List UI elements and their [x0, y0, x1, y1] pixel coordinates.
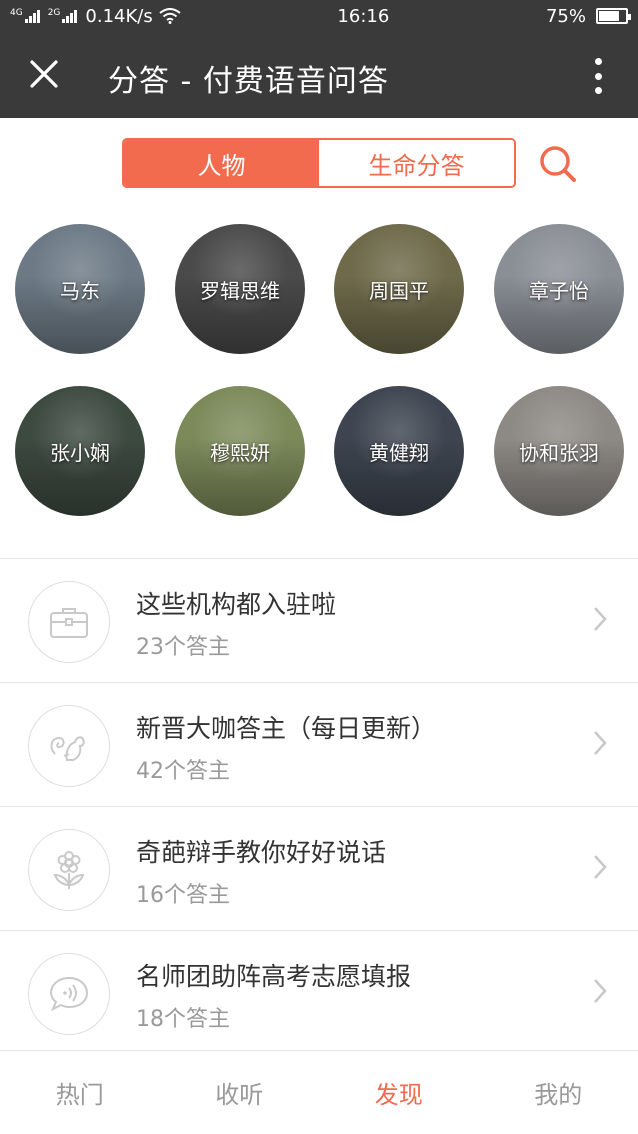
list-count: 23个答主 [136, 635, 230, 660]
squirrel-icon [50, 736, 85, 761]
net-speed: 0.14K/s [85, 5, 153, 27]
list-count: 18个答主 [136, 1007, 230, 1032]
list-title: 新晋大咖答主（每日更新） [136, 714, 437, 743]
person-avatar[interactable]: 罗辑思维 [175, 224, 305, 354]
battery-icon [596, 8, 631, 24]
title-bar: 分答 - 付费语音问答 [0, 32, 638, 118]
signal-icon: 4G [10, 9, 40, 23]
list-icon-wrap [28, 705, 110, 787]
bottom-tab-bar: 热门 收听 发现 我的 [0, 1050, 638, 1134]
person-avatar[interactable]: 张小娴 [15, 386, 145, 516]
person-avatar[interactable]: 章子怡 [494, 224, 624, 354]
clock: 16:16 [337, 5, 390, 27]
signal-tag: 4G [10, 8, 23, 18]
wifi-icon [159, 8, 181, 24]
segment-control: 人物 生命分答 [122, 138, 516, 188]
list-title: 名师团助阵高考志愿填报 [136, 962, 412, 991]
list-title: 这些机构都入驻啦 [136, 590, 337, 619]
flower-icon [53, 851, 85, 889]
list-count: 16个答主 [136, 883, 230, 908]
list-icon-wrap [28, 829, 110, 911]
list-item[interactable]: 这些机构都入驻啦 23个答主 [0, 559, 638, 683]
chevron-right-icon [594, 731, 607, 755]
page-title: 分答 - 付费语音问答 [108, 64, 389, 99]
discover-panel: 人物 生命分答 马东 罗辑思维 周国平 章子怡 张小娴 穆熙妍 黄健翔 协和张羽 [0, 118, 638, 558]
person-name: 穆熙妍 [210, 440, 270, 465]
close-button[interactable] [22, 52, 66, 96]
person-name: 罗辑思维 [200, 278, 280, 303]
list-icon-wrap [28, 953, 110, 1035]
tab-hot[interactable]: 热门 [0, 1051, 160, 1134]
person-name: 黄健翔 [369, 440, 429, 465]
person-name: 张小娴 [50, 440, 110, 465]
person-name: 协和张羽 [519, 440, 599, 465]
person-avatar[interactable]: 周国平 [334, 224, 464, 354]
list-item[interactable]: 新晋大咖答主（每日更新） 42个答主 [0, 683, 638, 807]
signal-icon: 2G [48, 9, 78, 23]
search-button[interactable] [536, 142, 580, 186]
segment-people[interactable]: 人物 [124, 140, 319, 186]
status-left: 4G 2G 0.14K/s [10, 6, 181, 27]
person-name: 章子怡 [529, 278, 589, 303]
list-icon-wrap [28, 581, 110, 663]
person-avatar[interactable]: 黄健翔 [334, 386, 464, 516]
briefcase-icon [50, 608, 88, 638]
segment-life-answers[interactable]: 生命分答 [319, 140, 514, 186]
chevron-right-icon [594, 979, 607, 1003]
tab-listen[interactable]: 收听 [160, 1051, 320, 1134]
person-name: 马东 [60, 278, 100, 303]
list-item[interactable]: 奇葩辩手教你好好说话 16个答主 [0, 807, 638, 931]
person-avatar[interactable]: 穆熙妍 [175, 386, 305, 516]
list-count: 42个答主 [136, 759, 230, 784]
more-button[interactable] [586, 54, 610, 98]
battery-percent: 75% [545, 5, 586, 27]
chevron-right-icon [594, 607, 607, 631]
list-item[interactable]: 名师团助阵高考志愿填报 18个答主 [0, 931, 638, 1055]
tab-mine[interactable]: 我的 [479, 1051, 638, 1134]
more-vertical-icon [594, 58, 602, 65]
more-dot [594, 87, 602, 94]
status-bar: 4G 2G 0.14K/s 16:16 75% [0, 0, 638, 32]
person-avatar[interactable]: 马东 [15, 224, 145, 354]
category-list: 这些机构都入驻啦 23个答主 新晋大咖答主（每日更新） 42个答主 奇葩辩手教你… [0, 558, 638, 1055]
signal-tag: 2G [47, 8, 61, 18]
search-icon [540, 146, 576, 182]
voice-bubble-icon [49, 976, 89, 1012]
list-title: 奇葩辩手教你好好说话 [136, 838, 387, 867]
chevron-right-icon [594, 855, 607, 879]
battery-fill [599, 11, 619, 21]
status-right: 75% [545, 5, 631, 27]
person-name: 周国平 [369, 278, 429, 303]
person-avatar[interactable]: 协和张羽 [494, 386, 624, 516]
more-dot [594, 72, 602, 80]
close-icon [30, 60, 58, 88]
tab-discover[interactable]: 发现 [319, 1051, 479, 1134]
